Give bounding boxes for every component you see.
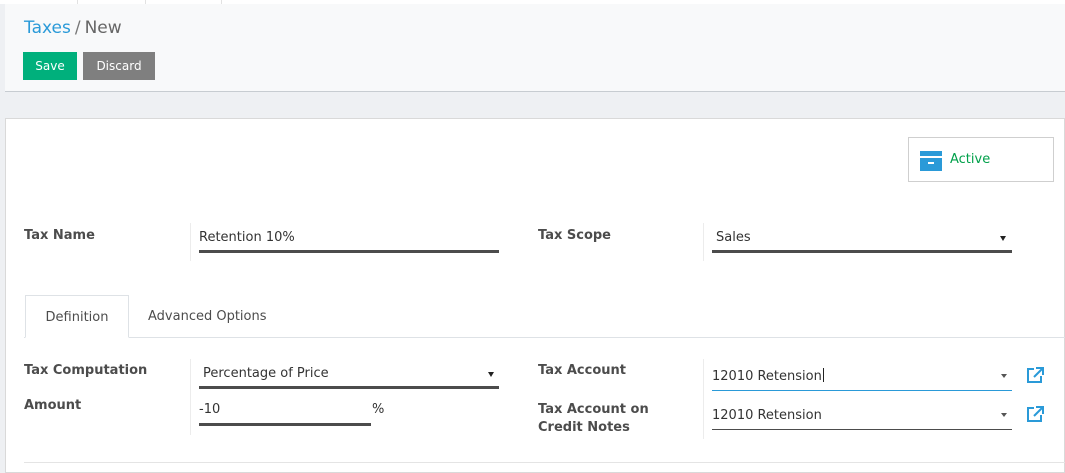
field-separator <box>190 359 191 435</box>
tax-computation-label: Tax Computation <box>24 363 148 378</box>
amount-label: Amount <box>24 398 82 413</box>
tax-name-input[interactable]: Retention 10% <box>199 229 295 247</box>
tax-account-label: Tax Account <box>538 363 627 378</box>
tax-computation-select[interactable]: Percentage of Price <box>203 365 329 383</box>
tax-scope-select[interactable]: Sales <box>716 229 751 247</box>
tax-name-underline <box>199 250 499 253</box>
tax-account-credit-notes-input[interactable]: 12010 Retension <box>712 407 822 425</box>
breadcrumb: Taxes / New <box>24 18 122 38</box>
amount-underline <box>199 423 371 426</box>
breadcrumb-separator: / <box>74 18 81 38</box>
tax-account-underline <box>712 390 1012 391</box>
chevron-down-icon[interactable] <box>1001 374 1007 378</box>
tax-scope-underline <box>712 250 1012 253</box>
external-link-icon[interactable] <box>1026 406 1044 422</box>
active-toggle-button[interactable]: Active <box>908 137 1054 182</box>
breadcrumb-current: New <box>84 18 122 38</box>
amount-input[interactable]: -10 <box>199 401 220 419</box>
tab-advanced-options[interactable]: Advanced Options <box>148 295 267 338</box>
amount-unit: % <box>372 402 385 417</box>
tax-account-credit-notes-label: Tax Account on Credit Notes <box>538 401 649 437</box>
active-label: Active <box>950 152 991 167</box>
form-sheet: Active Tax Name Retention 10% Tax Scope … <box>5 118 1065 473</box>
field-separator <box>703 223 704 261</box>
discard-button[interactable]: Discard <box>83 52 155 80</box>
tax-account-credit-notes-label-line2: Credit Notes <box>538 420 630 435</box>
archive-icon <box>920 151 942 171</box>
field-separator <box>703 359 704 439</box>
chevron-down-icon[interactable] <box>488 372 494 377</box>
chevron-down-icon[interactable] <box>1001 413 1007 417</box>
breadcrumb-taxes-link[interactable]: Taxes <box>24 18 71 38</box>
chevron-down-icon[interactable] <box>1000 236 1006 241</box>
field-separator <box>190 223 191 261</box>
tax-name-label: Tax Name <box>24 228 95 243</box>
save-button[interactable]: Save <box>23 52 77 80</box>
text-cursor <box>822 368 824 382</box>
tax-account-credit-notes-label-line1: Tax Account on <box>538 402 649 417</box>
tax-account-input[interactable]: 12010 Retension <box>712 368 824 386</box>
control-panel: Taxes / New Save Discard <box>5 4 1065 92</box>
tax-computation-underline <box>199 386 499 389</box>
bottom-divider <box>24 462 1065 463</box>
external-link-icon[interactable] <box>1026 367 1044 383</box>
tax-scope-label: Tax Scope <box>538 228 611 243</box>
tab-definition[interactable]: Definition <box>25 295 129 338</box>
tax-account-value: 12010 Retension <box>712 369 822 384</box>
tax-account-credit-notes-underline <box>712 429 1012 430</box>
